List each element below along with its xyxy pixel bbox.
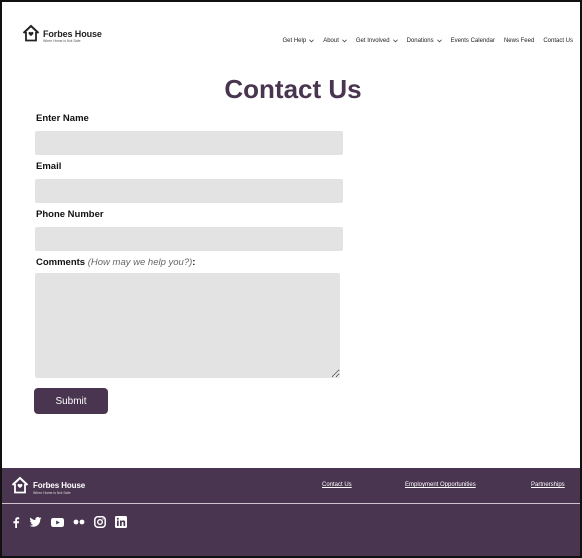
footer-link-contact[interactable]: Contact Us bbox=[322, 482, 352, 488]
chevron-down-icon bbox=[342, 39, 347, 43]
comments-hint: (How may we help you?) bbox=[87, 257, 193, 268]
page-title: Contact Us bbox=[224, 74, 362, 104]
twitter-icon[interactable] bbox=[29, 517, 42, 527]
brand-tagline: When Home is Not Safe bbox=[43, 39, 81, 43]
nav-label: News Feed bbox=[503, 38, 535, 44]
footer-brand-tagline: When Home is Not Safe bbox=[33, 491, 71, 495]
social-links bbox=[12, 516, 136, 528]
comments-textarea[interactable] bbox=[35, 273, 340, 378]
site-footer: Forbes House When Home is Not Safe Conta… bbox=[2, 468, 580, 556]
chevron-down-icon bbox=[436, 39, 442, 43]
linkedin-icon[interactable] bbox=[115, 516, 127, 528]
chevron-down-icon bbox=[309, 39, 315, 43]
submit-button[interactable]: Submit bbox=[34, 388, 108, 414]
phone-field[interactable] bbox=[35, 227, 343, 251]
footer-link-partnerships[interactable]: Partnerships bbox=[531, 482, 565, 488]
footer-brand-name: Forbes House bbox=[33, 481, 86, 490]
footer-divider bbox=[2, 503, 580, 504]
nav-about[interactable]: About bbox=[323, 38, 347, 44]
nav-get-involved[interactable]: Get Involved bbox=[356, 38, 398, 44]
youtube-icon[interactable] bbox=[51, 517, 64, 527]
footer-logo[interactable]: Forbes House When Home is Not Safe bbox=[10, 476, 85, 495]
nav-label: Get Involved bbox=[355, 38, 390, 44]
nav-news-feed[interactable]: News Feed bbox=[504, 38, 534, 44]
facebook-icon[interactable] bbox=[12, 516, 20, 528]
nav-contact-us[interactable]: Contact Us bbox=[543, 38, 573, 44]
nav-label: Events Calendar bbox=[450, 38, 495, 44]
site-logo[interactable]: Forbes House When Home is Not Safe bbox=[22, 24, 102, 43]
chevron-down-icon bbox=[392, 39, 398, 43]
nav-label: Get Help bbox=[282, 38, 307, 44]
comments-label-text: Comments bbox=[36, 257, 86, 268]
nav-donations[interactable]: Donations bbox=[407, 38, 442, 44]
email-label: Email bbox=[36, 161, 62, 172]
house-logo-icon bbox=[22, 24, 40, 42]
comments-label-suffix: : bbox=[192, 257, 196, 268]
nav-label: Contact Us bbox=[543, 38, 573, 44]
flickr-icon[interactable] bbox=[73, 519, 85, 525]
nav-label: About bbox=[323, 38, 339, 44]
nav-get-help[interactable]: Get Help bbox=[283, 38, 315, 44]
nav-label: Donations bbox=[406, 38, 434, 44]
comments-label: Comments (How may we help you?): bbox=[36, 257, 195, 268]
nav-events-calendar[interactable]: Events Calendar bbox=[451, 38, 495, 44]
footer-link-employment[interactable]: Employment Opportunities bbox=[405, 482, 476, 488]
name-field[interactable] bbox=[35, 131, 343, 155]
instagram-icon[interactable] bbox=[94, 516, 106, 528]
brand-name: Forbes House bbox=[43, 29, 102, 39]
email-field[interactable] bbox=[35, 179, 343, 203]
main-nav: Get Help About Get Involved Donations Ev… bbox=[274, 38, 574, 44]
house-logo-icon bbox=[11, 476, 29, 494]
page-frame: Forbes House When Home is Not Safe Get H… bbox=[0, 0, 582, 558]
name-label: Enter Name bbox=[36, 113, 89, 124]
phone-label: Phone Number bbox=[36, 209, 104, 220]
